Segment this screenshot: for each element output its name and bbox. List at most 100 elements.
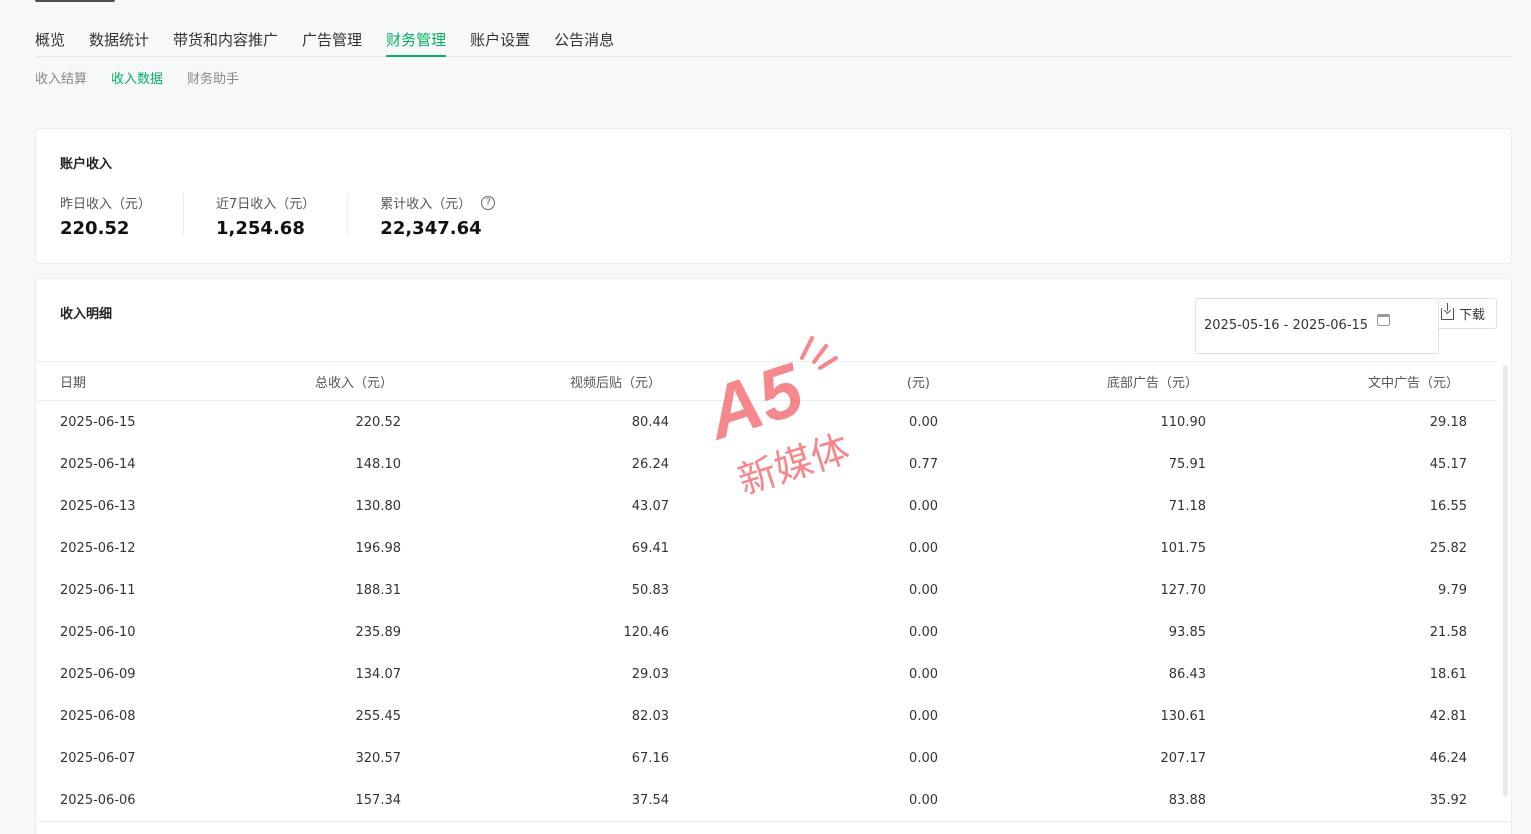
cell-date: 2025-06-11 xyxy=(60,582,136,598)
cell-video-post: 69.41 xyxy=(631,540,669,556)
cell-video-post: 67.16 xyxy=(631,750,669,766)
cell-other: 0.00 xyxy=(909,582,938,598)
tab-data-stats[interactable]: 数据统计 xyxy=(89,24,149,57)
cell-total: 196.98 xyxy=(355,540,402,556)
cell-bottom-ad: 110.90 xyxy=(1160,414,1207,430)
cell-video-post: 50.83 xyxy=(631,582,669,598)
cell-total: 235.89 xyxy=(355,624,402,640)
cell-other: 0.00 xyxy=(909,792,938,808)
sub-nav: 收入结算 收入数据 财务助手 xyxy=(35,68,263,87)
subnav-income-data[interactable]: 收入数据 xyxy=(111,68,163,87)
cell-date: 2025-06-13 xyxy=(60,498,136,514)
cell-bottom-ad: 130.61 xyxy=(1160,708,1207,724)
table-row: 2025-06-09 134.07 29.03 0.00 86.43 18.61 xyxy=(36,653,1497,695)
cell-inline-ad: 21.58 xyxy=(1429,624,1467,640)
cell-other: 0.00 xyxy=(909,624,938,640)
table-row: 2025-06-08 255.45 82.03 0.00 130.61 42.81 xyxy=(36,695,1497,737)
table-header: 日期 总收入（元） 视频后贴（元） (元) 底部广告（元） 文中广告（元） xyxy=(36,361,1497,401)
stat-label: 近7日收入（元） xyxy=(216,197,316,212)
account-income-card: 账户收入 昨日收入（元） 220.52 近7日收入（元） 1,254.68 累计… xyxy=(35,128,1512,264)
cell-total: 157.34 xyxy=(355,792,402,808)
col-inline-ad: 文中广告（元） xyxy=(1367,375,1459,391)
tab-announcements[interactable]: 公告消息 xyxy=(554,24,614,57)
cell-date: 2025-06-07 xyxy=(60,750,136,766)
table-row: 2025-06-14 148.10 26.24 0.77 75.91 45.17 xyxy=(36,443,1497,485)
tab-promotion[interactable]: 带货和内容推广 xyxy=(173,24,278,57)
cell-other: 0.00 xyxy=(909,498,938,514)
stat-cumulative: 累计收入（元） ? 22,347.64 xyxy=(380,193,527,239)
cell-video-post: 26.24 xyxy=(631,456,669,472)
cell-bottom-ad: 83.88 xyxy=(1168,792,1206,808)
subnav-finance-assistant[interactable]: 财务助手 xyxy=(187,68,239,87)
download-label: 下载 xyxy=(1459,308,1486,323)
col-video-post: 视频后贴（元） xyxy=(569,375,661,391)
subnav-income-settlement[interactable]: 收入结算 xyxy=(35,68,87,87)
cell-date: 2025-06-09 xyxy=(60,666,136,682)
date-range-picker[interactable]: 2025-05-16 - 2025-06-15 xyxy=(1195,298,1439,354)
cell-bottom-ad: 86.43 xyxy=(1168,666,1206,682)
cell-video-post: 43.07 xyxy=(631,498,669,514)
col-date: 日期 xyxy=(60,375,87,391)
cell-other: 0.00 xyxy=(909,750,938,766)
cell-video-post: 37.54 xyxy=(631,792,669,808)
cell-date: 2025-06-15 xyxy=(60,414,136,430)
stat-last-7-days: 近7日收入（元） 1,254.68 xyxy=(216,193,349,239)
cell-other: 0.00 xyxy=(909,708,938,724)
cell-date: 2025-06-06 xyxy=(60,792,136,808)
table-row: 2025-06-15 220.52 80.44 0.00 110.90 29.18 xyxy=(36,401,1497,443)
tab-ad-management[interactable]: 广告管理 xyxy=(302,24,362,57)
account-income-title: 账户收入 xyxy=(60,157,113,172)
col-bottom-ad: 底部广告（元） xyxy=(1106,375,1198,391)
cell-other: 0.00 xyxy=(909,540,938,556)
cell-video-post: 120.46 xyxy=(623,624,670,640)
tab-overview[interactable]: 概览 xyxy=(35,24,65,57)
table-row: 2025-06-06 157.34 37.54 0.00 83.88 35.92 xyxy=(36,779,1497,821)
stat-label-row: 累计收入（元） ? xyxy=(380,193,496,212)
cell-inline-ad: 16.55 xyxy=(1429,498,1467,514)
cell-total: 130.80 xyxy=(355,498,402,514)
tab-account-settings[interactable]: 账户设置 xyxy=(470,24,530,57)
table-row: 2025-06-07 320.57 67.16 0.00 207.17 46.24 xyxy=(36,737,1497,779)
cell-video-post: 29.03 xyxy=(631,666,669,682)
cell-bottom-ad: 127.70 xyxy=(1160,582,1207,598)
cell-inline-ad: 45.17 xyxy=(1429,456,1467,472)
cell-total: 188.31 xyxy=(355,582,402,598)
cell-inline-ad: 42.81 xyxy=(1429,708,1467,724)
stat-value: 22,347.64 xyxy=(380,218,482,239)
income-detail-title: 收入明细 xyxy=(60,307,113,322)
page-title-cut xyxy=(35,0,115,2)
cell-inline-ad: 25.82 xyxy=(1429,540,1467,556)
cell-inline-ad: 35.92 xyxy=(1429,792,1467,808)
cell-inline-ad: 9.79 xyxy=(1438,582,1467,598)
col-other: (元) xyxy=(906,375,930,391)
main-nav: 概览 数据统计 带货和内容推广 广告管理 财务管理 账户设置 公告消息 xyxy=(35,24,1512,57)
table-scrollbar[interactable] xyxy=(1503,365,1508,797)
cell-date: 2025-06-10 xyxy=(60,624,136,640)
table-body: 2025-06-15 220.52 80.44 0.00 110.90 29.18 2025… xyxy=(36,401,1497,821)
income-detail-card: 收入明细 2025-05-16 - 2025-06-15 下载 日期 总收入（元… xyxy=(35,278,1512,834)
divider xyxy=(36,821,1511,822)
cell-bottom-ad: 207.17 xyxy=(1160,750,1207,766)
question-icon[interactable]: ? xyxy=(481,195,496,210)
cell-inline-ad: 29.18 xyxy=(1429,414,1467,430)
calendar-icon xyxy=(1377,314,1390,326)
cell-other: 0.77 xyxy=(909,456,938,472)
date-range-value: 2025-05-16 - 2025-06-15 xyxy=(1204,318,1369,333)
tab-finance[interactable]: 财务管理 xyxy=(386,24,447,57)
stat-value: 1,254.68 xyxy=(216,218,305,239)
cell-total: 255.45 xyxy=(355,708,402,724)
stat-yesterday: 昨日收入（元） 220.52 xyxy=(60,193,185,239)
income-table: 日期 总收入（元） 视频后贴（元） (元) 底部广告（元） 文中广告（元） 20… xyxy=(36,361,1497,821)
cell-total: 134.07 xyxy=(355,666,402,682)
cell-date: 2025-06-08 xyxy=(60,708,136,724)
download-button[interactable]: 下载 xyxy=(1439,298,1497,329)
cell-total: 320.57 xyxy=(355,750,402,766)
stat-value: 220.52 xyxy=(60,218,130,239)
table-row: 2025-06-13 130.80 43.07 0.00 71.18 16.55 xyxy=(36,485,1497,527)
cell-video-post: 82.03 xyxy=(631,708,669,724)
download-icon xyxy=(1441,302,1454,320)
cell-bottom-ad: 75.91 xyxy=(1168,456,1206,472)
table-row: 2025-06-11 188.31 50.83 0.00 127.70 9.79 xyxy=(36,569,1497,611)
table-row: 2025-06-12 196.98 69.41 0.00 101.75 25.82 xyxy=(36,527,1497,569)
cell-other: 0.00 xyxy=(909,666,938,682)
